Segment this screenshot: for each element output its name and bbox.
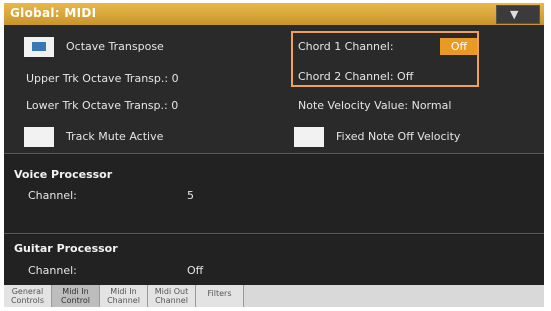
tab-label-line2: Channel (107, 296, 140, 305)
guitar-processor-title: Guitar Processor (14, 242, 118, 255)
title-bar: Global: MIDI ▼ (4, 3, 544, 25)
lower-trk-octave-transpose[interactable]: Lower Trk Octave Transp.: 0 (26, 99, 178, 112)
tab-general-controls[interactable]: General Controls (4, 285, 52, 307)
tab-label-line2: Channel (155, 296, 188, 305)
guitar-processor-panel: Guitar Processor Channel: Off (4, 235, 544, 285)
guitar-channel-label: Channel: (28, 264, 77, 277)
tab-midi-in-channel[interactable]: Midi In Channel (100, 285, 148, 307)
track-mute-label: Track Mute Active (66, 130, 164, 143)
voice-channel-value[interactable]: 5 (187, 189, 194, 202)
upper-trk-octave-transpose[interactable]: Upper Trk Octave Transp.: 0 (26, 72, 179, 85)
tab-label-line1: Filters (207, 289, 232, 298)
fixed-note-off-label: Fixed Note Off Velocity (336, 130, 461, 143)
voice-processor-title: Voice Processor (14, 168, 113, 181)
midi-window: Global: MIDI ▼ Octave Transpose Upper Tr… (4, 3, 544, 307)
tab-label-line1: Midi In (62, 287, 89, 296)
tab-label-line2: Controls (10, 296, 45, 305)
octave-transpose-checkbox[interactable] (24, 37, 54, 57)
track-mute-checkbox[interactable] (24, 127, 54, 147)
tab-midi-in-control[interactable]: Midi In Control (52, 285, 100, 307)
voice-processor-panel: Voice Processor Channel: 5 (4, 155, 544, 234)
tab-midi-out-channel[interactable]: Midi Out Channel (148, 285, 196, 307)
chevron-down-icon: ▼ (510, 8, 519, 21)
tab-bar: General Controls Midi In Control Midi In… (4, 285, 544, 307)
tab-label-line2: Control (61, 296, 90, 305)
tab-label-line1: Midi Out (154, 287, 189, 296)
window-title: Global: MIDI (10, 6, 97, 20)
tab-label-line1: General (11, 287, 44, 296)
tab-label-line1: Midi In (110, 287, 137, 296)
octave-transpose-label: Octave Transpose (66, 40, 164, 53)
note-velocity-value[interactable]: Note Velocity Value: Normal (298, 99, 451, 112)
guitar-channel-value[interactable]: Off (187, 264, 203, 277)
tab-filters[interactable]: Filters (196, 285, 244, 307)
page-menu-button[interactable]: ▼ (496, 5, 540, 24)
fixed-note-off-checkbox[interactable] (294, 127, 324, 147)
chord-channel-highlight (291, 31, 479, 87)
voice-channel-label: Channel: (28, 189, 77, 202)
